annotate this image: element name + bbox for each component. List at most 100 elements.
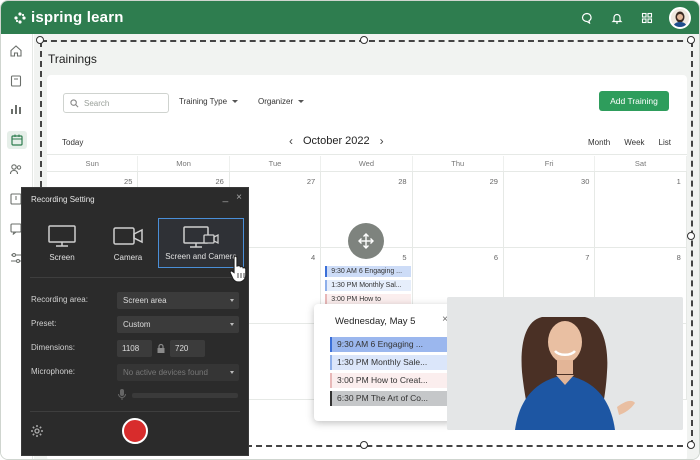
logo-text: ispring learn [31, 9, 124, 26]
popup-event[interactable]: 3:00 PM How to Creat... [330, 373, 448, 388]
volume-slider[interactable] [132, 393, 238, 398]
weekday-label: Fri [504, 156, 596, 171]
bell-icon[interactable] [609, 10, 625, 26]
calendar-icon[interactable] [7, 131, 27, 149]
presenter-image [447, 297, 683, 430]
resize-handle[interactable] [687, 232, 695, 240]
prev-month-icon[interactable]: ‹ [289, 134, 293, 148]
chat-icon[interactable] [579, 10, 595, 26]
month-label: October 2022 [303, 135, 370, 147]
close-icon[interactable]: × [236, 192, 242, 203]
minimize-icon[interactable]: _ [223, 192, 229, 203]
day-number: 25 [124, 177, 133, 186]
microphone-value: No active devices found [123, 368, 208, 377]
view-month[interactable]: Month [588, 138, 610, 147]
divider [30, 411, 240, 412]
resize-handle[interactable] [360, 36, 368, 44]
camera-preview[interactable] [447, 297, 683, 430]
day-events-popup: Wednesday, May 5 × 9:30 AM 6 Engaging ..… [314, 304, 454, 421]
day-number: 26 [215, 177, 224, 186]
day-cell[interactable]: 1 [595, 172, 687, 248]
day-cell[interactable]: 29 [412, 172, 504, 248]
logo[interactable]: ispring learn [13, 9, 124, 26]
search-box[interactable] [63, 93, 169, 113]
lock-icon[interactable] [156, 343, 166, 354]
microphone-label: Microphone: [31, 367, 76, 376]
resize-handle[interactable] [36, 36, 44, 44]
recording-area-value: Screen area [123, 296, 167, 305]
selection-border-left [40, 41, 42, 187]
apps-icon[interactable] [639, 10, 655, 26]
preset-value: Custom [123, 320, 151, 329]
app-window: ispring learn Trainings Search Training … [0, 0, 700, 460]
weekday-label: Thu [413, 156, 504, 171]
recording-area-select[interactable]: Screen area [117, 292, 239, 309]
day-number: 8 [676, 253, 681, 262]
book-icon[interactable] [9, 74, 25, 90]
monitor-icon [48, 225, 76, 247]
day-number: 1 [676, 177, 681, 186]
view-week[interactable]: Week [624, 138, 644, 147]
add-training-button[interactable]: Add Training [599, 91, 669, 111]
weekday-label: Sun [47, 156, 139, 171]
record-button[interactable] [122, 418, 148, 444]
calendar-event[interactable]: 1:30 PM Monthly Sal... [325, 280, 412, 291]
today-button[interactable]: Today [62, 138, 83, 147]
organizer-label: Organizer [258, 97, 294, 106]
chevron-down-icon [298, 100, 305, 103]
day-number: 27 [306, 177, 316, 186]
hand-cursor-icon [229, 255, 247, 283]
day-number: 29 [489, 177, 498, 186]
source-label: Camera [113, 253, 143, 262]
day-cell[interactable]: 30 [504, 172, 596, 248]
gear-icon[interactable] [30, 424, 44, 438]
weekday-label: Sat [595, 156, 687, 171]
bar-chart-icon[interactable] [9, 102, 25, 118]
recording-settings-panel: Recording Setting _ × Screen Camera Scre… [21, 187, 249, 456]
popup-event[interactable]: 9:30 AM 6 Engaging ... [330, 337, 448, 352]
logo-icon [14, 11, 26, 24]
selection-border-right [691, 41, 693, 446]
chevron-down-icon [230, 323, 234, 326]
top-bar: ispring learn [1, 1, 699, 34]
weekday-label: Mon [138, 156, 230, 171]
day-number: 28 [398, 177, 407, 186]
page-title: Trainings [48, 52, 97, 66]
view-list[interactable]: List [659, 138, 671, 147]
calendar-header: Today ‹ October 2022 › Month Week List [47, 129, 687, 155]
day-number: 5 [402, 253, 407, 262]
calendar-event[interactable]: 9:30 AM 6 Engaging ... [325, 266, 412, 277]
search-input[interactable] [84, 98, 164, 108]
width-input[interactable]: 1108 [117, 340, 152, 357]
microphone-icon [118, 389, 126, 400]
selection-border-bottom [246, 445, 693, 447]
users-icon[interactable] [9, 162, 25, 178]
popup-event[interactable]: 1:30 PM Monthly Sale... [330, 355, 448, 370]
camera-icon [113, 227, 143, 245]
day-number: 30 [581, 177, 590, 186]
day-number: 4 [311, 253, 316, 262]
preset-label: Preset: [31, 319, 57, 328]
source-camera[interactable]: Camera [88, 218, 168, 268]
organizer-filter[interactable]: Organizer [258, 97, 305, 106]
training-type-filter[interactable]: Training Type [179, 97, 239, 106]
resize-handle[interactable] [360, 441, 368, 449]
move-area-button[interactable] [348, 223, 384, 259]
chevron-down-icon [232, 100, 239, 103]
home-icon[interactable] [9, 44, 25, 60]
weekday-label: Tue [230, 156, 322, 171]
dimensions-label: Dimensions: [31, 343, 76, 352]
day-number: 6 [493, 253, 498, 262]
resize-handle[interactable] [687, 36, 695, 44]
height-input[interactable]: 720 [170, 340, 205, 357]
preset-select[interactable]: Custom [117, 316, 239, 333]
popup-title: Wednesday, May 5 [335, 316, 416, 327]
next-month-icon[interactable]: › [380, 134, 384, 148]
divider [30, 277, 240, 278]
popup-event[interactable]: 6:30 PM The Art of Co... [330, 391, 448, 406]
recording-area-label: Recording area: [31, 295, 88, 304]
move-arrows-icon [358, 233, 374, 249]
resize-handle[interactable] [687, 441, 695, 449]
microphone-select[interactable]: No active devices found [117, 364, 239, 381]
avatar[interactable] [669, 7, 691, 29]
